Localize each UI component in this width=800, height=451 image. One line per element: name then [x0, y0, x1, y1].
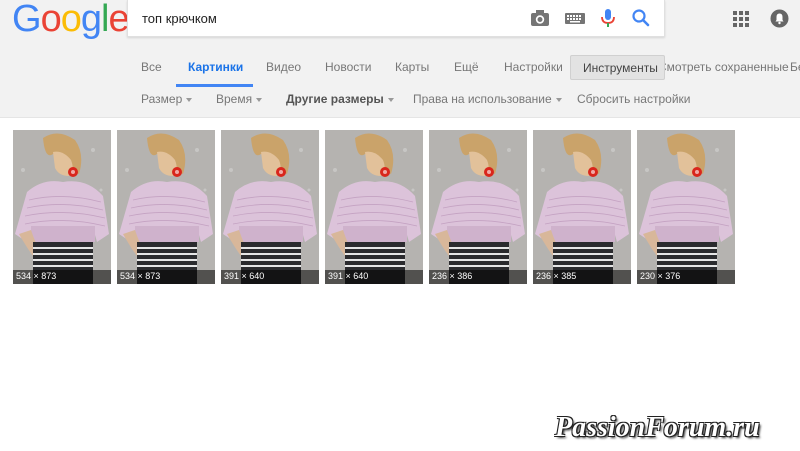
search-input[interactable]: [142, 6, 522, 30]
image-dimensions: 534 × 873: [117, 270, 215, 284]
tab-settings[interactable]: Настройки: [504, 60, 563, 74]
image-dimensions: 534 × 873: [13, 270, 111, 284]
filter-bar: Размер Время Другие размеры Права на исп…: [0, 90, 800, 110]
image-dimensions: 391 × 640: [325, 270, 423, 284]
notifications-icon[interactable]: [770, 9, 789, 28]
image-thumbnail[interactable]: 236 × 386: [429, 130, 527, 284]
caret-down-icon: [186, 97, 193, 102]
filter-usage-rights-label: Права на использование: [413, 92, 552, 106]
search-box: [127, 0, 665, 37]
filter-other-sizes[interactable]: Другие размеры: [286, 92, 394, 106]
tab-all[interactable]: Все: [141, 60, 162, 74]
search-icon[interactable]: [630, 7, 652, 29]
microphone-icon[interactable]: [597, 7, 619, 29]
logo-letter: o: [60, 0, 82, 40]
saved-images-link[interactable]: Смотреть сохраненные: [658, 60, 789, 74]
logo-letter: e: [108, 0, 129, 40]
image-thumbnail[interactable]: 236 × 385: [533, 130, 631, 284]
image-dimensions: 391 × 640: [221, 270, 319, 284]
photo-illustration: [429, 130, 527, 284]
image-thumbnail[interactable]: 391 × 640: [325, 130, 423, 284]
tools-button[interactable]: Инструменты: [570, 55, 665, 80]
camera-icon[interactable]: [529, 7, 551, 29]
photo-illustration: [117, 130, 215, 284]
search-tabs: Все Картинки Видео Новости Карты Ещё Нас…: [0, 55, 800, 85]
logo-letter: G: [12, 0, 42, 40]
caret-down-icon: [555, 97, 562, 102]
photo-illustration: [325, 130, 423, 284]
photo-illustration: [13, 130, 111, 284]
watermark: PassionForum.ru: [555, 412, 760, 443]
tab-images[interactable]: Картинки: [188, 60, 243, 74]
logo-letter: l: [100, 0, 110, 40]
tab-videos[interactable]: Видео: [266, 60, 301, 74]
truncated-link[interactable]: Бе: [790, 60, 800, 74]
filter-size[interactable]: Размер: [141, 92, 193, 106]
image-dimensions: 236 × 386: [429, 270, 527, 284]
google-logo[interactable]: Google: [12, 0, 130, 40]
filter-size-label: Размер: [141, 92, 183, 106]
filter-usage-rights[interactable]: Права на использование: [413, 92, 562, 106]
filter-time-label: Время: [216, 92, 253, 106]
tab-maps[interactable]: Карты: [395, 60, 429, 74]
photo-illustration: [221, 130, 319, 284]
image-dimensions: 236 × 385: [533, 270, 631, 284]
tab-more[interactable]: Ещё: [454, 60, 479, 74]
image-thumbnail[interactable]: 534 × 873: [117, 130, 215, 284]
image-thumbnail[interactable]: 391 × 640: [221, 130, 319, 284]
tab-news[interactable]: Новости: [325, 60, 371, 74]
image-dimensions: 230 × 376: [637, 270, 735, 284]
image-thumbnail[interactable]: 230 × 376: [637, 130, 735, 284]
filter-other-sizes-label: Другие размеры: [286, 92, 384, 106]
logo-letter: g: [80, 0, 102, 40]
photo-illustration: [533, 130, 631, 284]
photo-illustration: [637, 130, 735, 284]
caret-down-icon: [256, 97, 263, 102]
filter-reset[interactable]: Сбросить настройки: [577, 92, 690, 106]
logo-letter: o: [40, 0, 62, 40]
apps-grid-icon[interactable]: [733, 11, 749, 27]
active-tab-indicator: [176, 84, 253, 87]
keyboard-icon[interactable]: [564, 7, 586, 29]
image-thumbnail[interactable]: 534 × 873: [13, 130, 111, 284]
filter-time[interactable]: Время: [216, 92, 263, 106]
caret-down-icon: [387, 97, 394, 102]
